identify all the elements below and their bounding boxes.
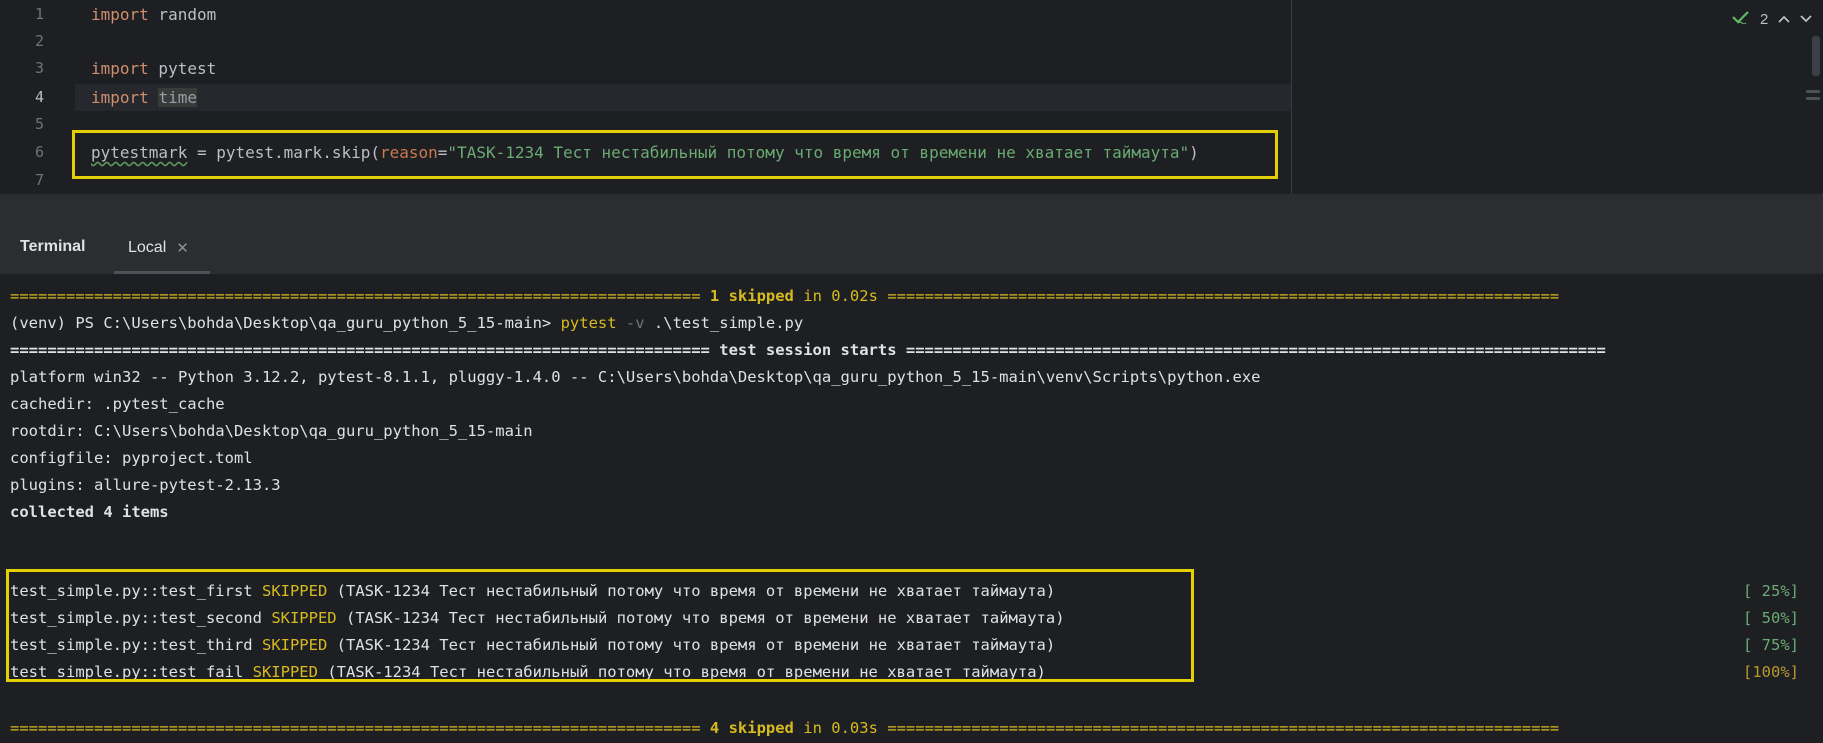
line-number: 2 <box>34 32 44 50</box>
skipped-count: 1 skipped <box>709 287 794 305</box>
keyword: import <box>91 5 149 24</box>
skipped-count: 4 skipped <box>709 719 794 737</box>
session-start-label: test session starts <box>719 341 897 359</box>
test-progress: [ 50%] <box>1743 609 1799 627</box>
configfile-line: configfile: pyproject.toml <box>10 449 253 467</box>
terminal-title: Terminal <box>20 238 86 255</box>
command-argument: .\test_simple.py <box>644 314 804 332</box>
arrow-up-icon[interactable] <box>1778 12 1790 27</box>
line-number: 3 <box>34 59 44 77</box>
panel-divider[interactable] <box>0 194 1823 222</box>
line-number: 6 <box>34 143 44 161</box>
terminal-output[interactable]: ========================================… <box>0 275 1823 743</box>
code-line-3[interactable]: import pytest <box>91 55 216 82</box>
session-start-line: ========================================… <box>10 337 1606 364</box>
rule: ========================================… <box>10 287 701 305</box>
close-icon[interactable]: ✕ <box>176 239 189 257</box>
line-number: 5 <box>34 115 44 133</box>
summary-line-2: ========================================… <box>10 715 1559 742</box>
highlight-box-results <box>6 569 1194 682</box>
collected-line: collected 4 items <box>10 503 169 521</box>
module-name: pytest <box>148 59 217 78</box>
code-line-1[interactable]: import random <box>91 1 216 28</box>
code-editor[interactable]: 1 2 3 4 5 6 7 import random import pytes… <box>0 0 1823 194</box>
prompt-line: (venv) PS C:\Users\bohda\Desktop\qa_guru… <box>10 310 803 337</box>
rootdir-line: rootdir: C:\Users\bohda\Desktop\qa_guru_… <box>10 422 533 440</box>
highlight-box-code <box>72 130 1278 179</box>
tab-label: Local <box>128 239 167 256</box>
rule: ========================================… <box>10 341 710 359</box>
duration: in 0.03s <box>803 719 878 737</box>
test-progress: [ 25%] <box>1743 582 1799 600</box>
keyword: import <box>91 88 149 107</box>
test-progress: [ 75%] <box>1743 636 1799 654</box>
arrow-down-icon[interactable] <box>1800 12 1812 27</box>
summary-line-1: ========================================… <box>10 283 1559 310</box>
inspection-count: 2 <box>1760 10 1769 28</box>
shell-prompt: (venv) PS C:\Users\bohda\Desktop\qa_guru… <box>10 314 561 332</box>
rule: ========================================… <box>905 341 1606 359</box>
module-name-unused: time <box>158 88 197 107</box>
code-line-4[interactable]: import time <box>91 84 197 111</box>
rule: ========================================… <box>887 287 1560 305</box>
keyword: import <box>91 59 149 78</box>
test-progress: [100%] <box>1743 663 1799 681</box>
platform-line: platform win32 -- Python 3.12.2, pytest-… <box>10 368 1261 386</box>
module-name: random <box>148 5 217 24</box>
line-number: 1 <box>34 5 44 23</box>
duration: in 0.02s <box>803 287 878 305</box>
terminal-toolbar: Terminal Local ✕ <box>0 222 1823 275</box>
line-number-gutter: 1 2 3 4 5 6 7 <box>0 0 75 194</box>
line-number-current: 4 <box>34 88 44 106</box>
rule: ========================================… <box>10 719 701 737</box>
rule: ========================================… <box>887 719 1560 737</box>
active-tab-indicator <box>114 271 210 274</box>
tab-local[interactable]: Local ✕ <box>114 222 210 274</box>
command-flag: -v <box>616 314 645 332</box>
check-icon <box>1732 10 1750 28</box>
inspection-widget[interactable]: 2 <box>1732 9 1812 29</box>
cachedir-line: cachedir: .pytest_cache <box>10 395 225 413</box>
line-number: 7 <box>34 171 44 189</box>
right-margin-guide <box>1291 0 1292 194</box>
command: pytest <box>560 314 617 332</box>
editor-scrollbar-thumb[interactable] <box>1812 36 1820 76</box>
scrollbar-markers <box>1806 90 1820 104</box>
plugins-line: plugins: allure-pytest-2.13.3 <box>10 476 281 494</box>
